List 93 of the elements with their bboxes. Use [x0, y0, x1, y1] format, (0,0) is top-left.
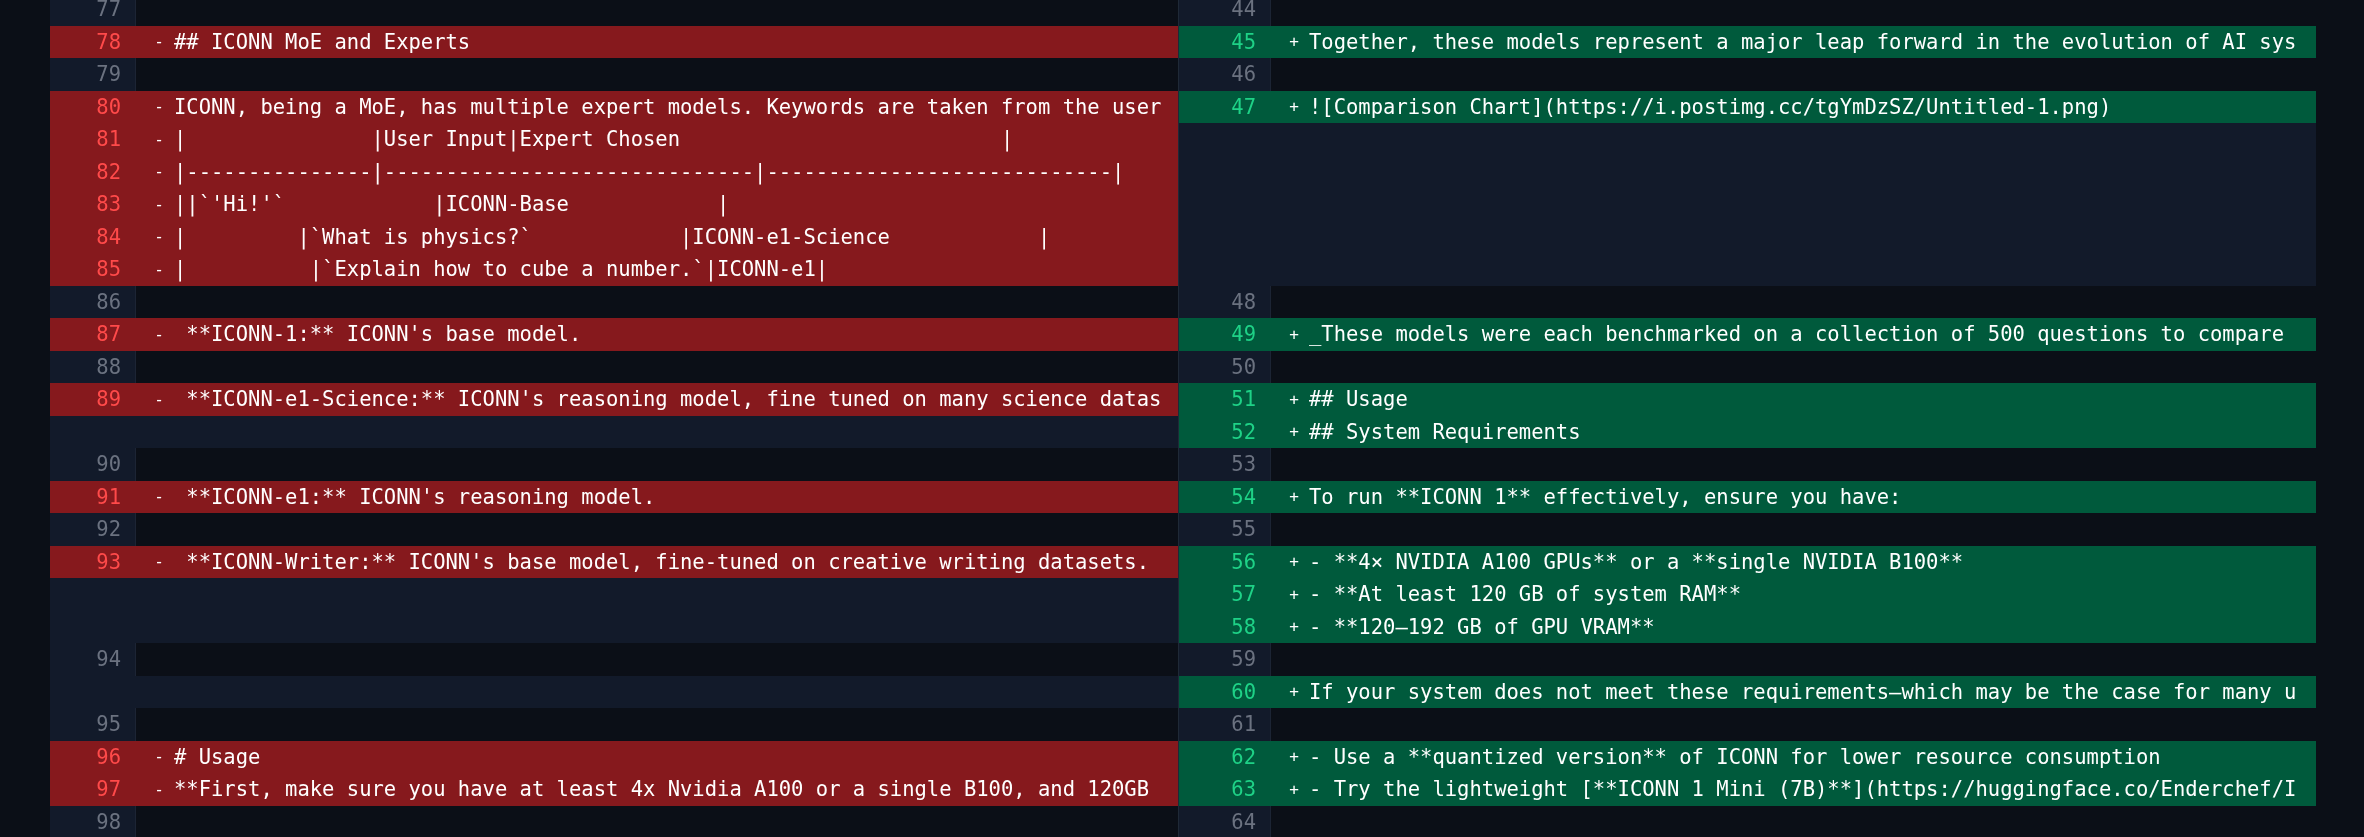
diff-sign: +: [1288, 617, 1300, 637]
code-text: ## Usage: [1309, 387, 1408, 412]
line-number: 84: [96, 224, 121, 249]
line-number: 55: [1231, 517, 1256, 542]
code-text: **ICONN-e1-Science:** ICONN's reasoning model, fine tuned on many science datas: [185, 387, 1162, 412]
line-number: 78: [96, 29, 121, 54]
diff-sign: +: [1288, 584, 1300, 604]
line-number: 51: [1231, 387, 1256, 412]
diff-sign: -: [153, 97, 165, 117]
diff-sign: +: [1288, 389, 1300, 409]
line-number: 79: [96, 62, 121, 87]
line-number: 92: [96, 517, 121, 542]
diff-sign: -: [153, 227, 165, 247]
line-number: 77: [96, 0, 121, 22]
diff-sign: -: [153, 32, 165, 52]
line-number: 44: [1231, 0, 1256, 22]
line-number: 50: [1231, 354, 1256, 379]
line-number: 96: [96, 744, 121, 769]
line-number: 49: [1231, 322, 1256, 347]
code-text: **ICONN-1:** ICONN's base model.: [185, 322, 582, 347]
line-number: 62: [1231, 744, 1256, 769]
code-text: - Try the lightweight [**ICONN 1 Mini (7B)**](https://huggingface.co/Enderchef/I: [1309, 777, 2297, 802]
line-number: 83: [96, 192, 121, 217]
code-text: - **120–192 GB of GPU VRAM**: [1309, 614, 1655, 639]
code-text: - **4× NVIDIA A100 GPUs** or a **single NVIDIA B100**: [1309, 549, 1964, 574]
line-number: 93: [96, 549, 121, 574]
line-number: 46: [1231, 62, 1256, 87]
diff-sign: +: [1288, 552, 1300, 572]
line-number: 53: [1231, 452, 1256, 477]
line-number: 81: [96, 127, 121, 152]
code-text: |---------------|------------------------------|----------------------------|: [174, 159, 1125, 184]
code-text: If your system does not meet these requirements—which may be the case for many u: [1309, 679, 2297, 704]
code-text: **ICONN-e1:** ICONN's reasoning model.: [185, 484, 656, 509]
diff-sign: -: [153, 194, 165, 214]
diff-sign: +: [1288, 779, 1300, 799]
line-number: 54: [1231, 484, 1256, 509]
diff-sign: +: [1288, 324, 1300, 344]
diff-sign: +: [1288, 487, 1300, 507]
code-text: - **At least 120 GB of system RAM**: [1309, 582, 1741, 607]
code-text: _These models were each benchmarked on a collection of 500 questions to compare: [1309, 322, 2285, 347]
line-number: 80: [96, 94, 121, 119]
line-number: 91: [96, 484, 121, 509]
line-number: 97: [96, 777, 121, 802]
line-number: 98: [96, 809, 121, 834]
code-text: ![Comparison Chart](https://i.postimg.cc/tgYmDzSZ/Untitled-1.png): [1309, 94, 2112, 119]
diff-sign: +: [1288, 97, 1300, 117]
line-number: 95: [96, 712, 121, 737]
code-text: To run **ICONN 1** effectively, ensure you have:: [1309, 484, 1902, 509]
line-number: 85: [96, 257, 121, 282]
line-number: 45: [1231, 29, 1256, 54]
code-text: | |`Explain how to cube a number.`|ICONN-e1|: [174, 257, 829, 282]
diff-sign: -: [153, 162, 165, 182]
code-text: **ICONN-Writer:** ICONN's base model, fine-tuned on creative writing datasets.: [185, 549, 1150, 574]
line-number: 57: [1231, 582, 1256, 607]
diff-sign: -: [153, 324, 165, 344]
diff-sign: -: [153, 779, 165, 799]
code-text: **First, make sure you have at least 4x Nvidia A100 or a single B100, and 120GB: [174, 777, 1150, 802]
line-number: 86: [96, 289, 121, 314]
line-number: 59: [1231, 647, 1256, 672]
diff-sign: +: [1288, 747, 1300, 767]
diff-sign: -: [153, 552, 165, 572]
diff-sign: +: [1288, 422, 1300, 442]
line-number: 82: [96, 159, 121, 184]
diff-sign: -: [153, 129, 165, 149]
code-text: ## System Requirements: [1309, 419, 1581, 444]
line-number: 64: [1231, 809, 1256, 834]
line-number: 47: [1231, 94, 1256, 119]
diff-sign: -: [153, 389, 165, 409]
code-text: # Usage: [174, 744, 261, 769]
line-number: 56: [1231, 549, 1256, 574]
line-number: 48: [1231, 289, 1256, 314]
code-text: Together, these models represent a major leap forward in the evolution of AI sys: [1309, 29, 2297, 54]
code-text: | |User Input|Expert Chosen |: [174, 127, 1014, 152]
line-number: 94: [96, 647, 121, 672]
code-text: | |`What is physics?` |ICONN-e1-Science |: [174, 224, 1051, 249]
diff-sign: -: [153, 487, 165, 507]
line-number: 63: [1231, 777, 1256, 802]
line-number: 52: [1231, 419, 1256, 444]
code-text: ## ICONN MoE and Experts: [174, 29, 471, 54]
line-number: 88: [96, 354, 121, 379]
code-text: - Use a **quantized version** of ICONN for lower resource consumption: [1309, 744, 2161, 769]
diff-sign: -: [153, 259, 165, 279]
line-number: 61: [1231, 712, 1256, 737]
code-text: ICONN, being a MoE, has multiple expert models. Keywords are taken from the user: [174, 94, 1162, 119]
line-number: 60: [1231, 679, 1256, 704]
line-number: 58: [1231, 614, 1256, 639]
line-number: 87: [96, 322, 121, 347]
line-number: 90: [96, 452, 121, 477]
diff-sign: +: [1288, 32, 1300, 52]
line-number: 89: [96, 387, 121, 412]
diff-sign: +: [1288, 682, 1300, 702]
diff-sign: -: [153, 747, 165, 767]
code-text: ||`'Hi!'` |ICONN-Base |: [174, 192, 730, 217]
